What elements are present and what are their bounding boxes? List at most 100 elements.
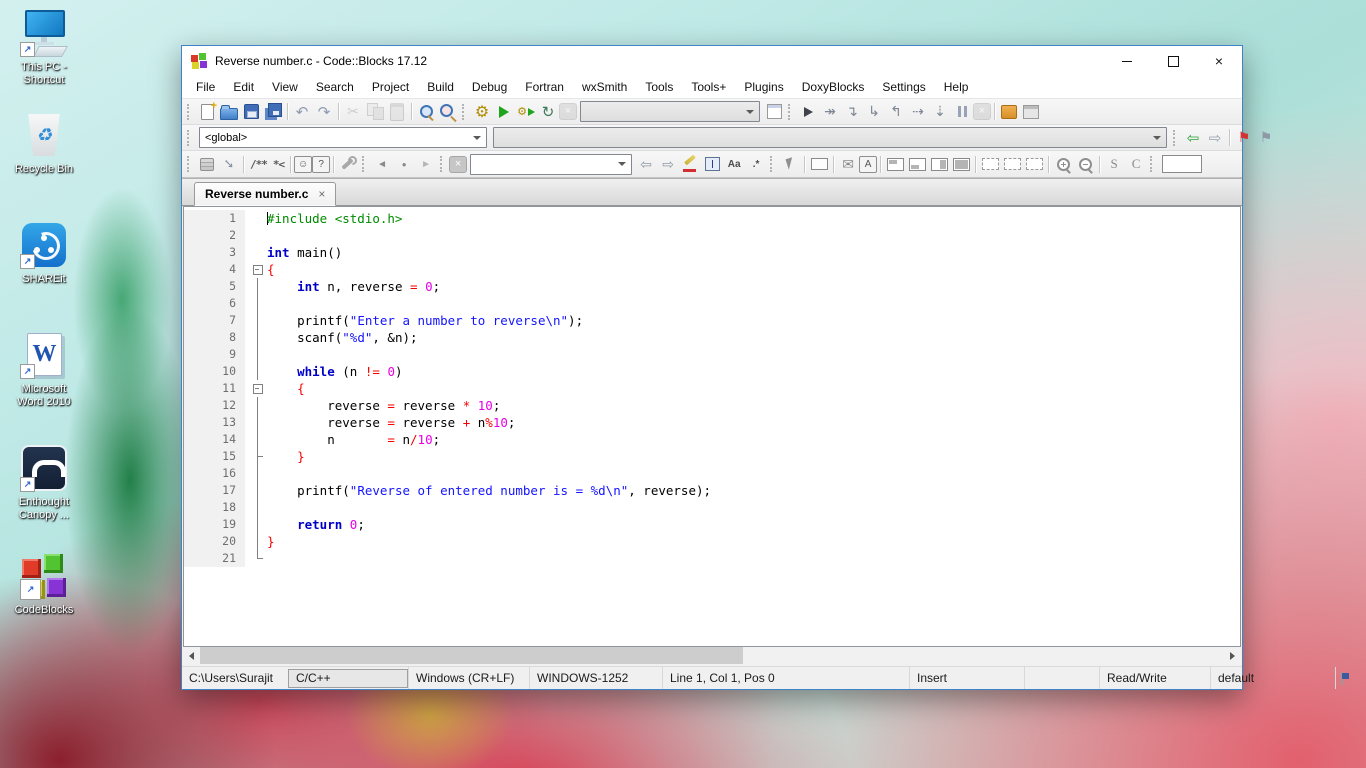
jump-home-icon[interactable]: ● [393, 154, 415, 175]
code-editor[interactable]: 1#include <stdio.h>23int main()4{5 int n… [183, 206, 1241, 647]
selected-word-icon[interactable] [701, 154, 723, 175]
desktop-icon-enthought-canopy[interactable]: ↗Enthought Canopy ... [6, 443, 82, 522]
wxsmith-widget-icon[interactable] [808, 154, 830, 175]
wxsmith-expand-left-icon[interactable] [1001, 154, 1023, 175]
browse-back-icon[interactable]: ⇦ [1182, 127, 1204, 148]
step-into-icon[interactable]: ↳ [863, 101, 885, 122]
incsearch-clear-icon[interactable] [449, 156, 467, 173]
redo-icon[interactable]: ↷ [313, 101, 335, 122]
compiler-options-icon[interactable] [763, 101, 785, 122]
wxsmith-event-icon[interactable]: ✉ [837, 154, 859, 175]
close-button[interactable]: × [1196, 46, 1242, 76]
wxsmith-layout-right-icon[interactable] [928, 154, 950, 175]
wxsmith-text-icon[interactable]: A [859, 156, 877, 173]
doxy-insert-icon[interactable]: ➘ [218, 154, 240, 175]
wxsmith-layout-fill-icon[interactable] [950, 154, 972, 175]
goto-bookmark-icon[interactable]: ⚑ [1255, 127, 1277, 148]
regex-icon[interactable]: .* [745, 154, 767, 175]
desktop-icon-codeblocks[interactable]: ↗CodeBlocks [6, 551, 82, 617]
wxsmith-show-containers-icon[interactable]: C [1125, 154, 1147, 175]
menu-plugins[interactable]: Plugins [735, 78, 792, 96]
incsearch-combobox[interactable] [470, 154, 632, 175]
zoom-out-icon[interactable] [1074, 154, 1096, 175]
save-all-icon[interactable] [262, 101, 284, 122]
menu-tools[interactable]: Tools [636, 78, 682, 96]
toggle-bookmark-icon[interactable]: ⚑ [1233, 127, 1255, 148]
scrollbar-track[interactable] [200, 647, 1224, 664]
menu-settings[interactable]: Settings [873, 78, 934, 96]
desktop-icon-recycle-bin[interactable]: ♻Recycle Bin [6, 110, 82, 176]
wxsmith-layout-bottom-icon[interactable] [906, 154, 928, 175]
doxy-settings-icon[interactable] [337, 154, 359, 175]
scrollbar-thumb[interactable] [200, 647, 743, 664]
menu-help[interactable]: Help [935, 78, 978, 96]
menu-wxsmith[interactable]: wxSmith [573, 78, 636, 96]
wxsmith-show-sizers-icon[interactable]: S [1103, 154, 1125, 175]
desktop-icon-shareit[interactable]: ↗SHAREit [6, 220, 82, 286]
zoom-in-icon[interactable] [1052, 154, 1074, 175]
desktop-icon-microsoft-word-2010[interactable]: W↗Microsoft Word 2010 [6, 330, 82, 409]
find-icon[interactable] [415, 101, 437, 122]
undo-icon[interactable]: ↶ [291, 101, 313, 122]
menu-search[interactable]: Search [307, 78, 363, 96]
menu-doxyblocks[interactable]: DoxyBlocks [793, 78, 874, 96]
function-combobox[interactable] [493, 127, 1167, 148]
minimize-button[interactable] [1104, 46, 1150, 76]
menu-view[interactable]: View [263, 78, 307, 96]
rebuild-icon[interactable]: ↻ [537, 101, 559, 122]
step-into-instruction-icon[interactable]: ⇣ [929, 101, 951, 122]
next-line-icon[interactable]: ↴ [841, 101, 863, 122]
wxsmith-expand-right-icon[interactable] [979, 154, 1001, 175]
symbol-scope-combobox[interactable]: <global> [199, 127, 487, 148]
horizontal-scrollbar[interactable] [183, 647, 1241, 664]
run-icon[interactable] [493, 101, 515, 122]
copy-icon[interactable] [364, 101, 386, 122]
highlight-occurrences-icon[interactable] [679, 154, 701, 175]
save-file-icon[interactable] [240, 101, 262, 122]
fold-toggle-icon[interactable] [250, 261, 267, 278]
menu-edit[interactable]: Edit [224, 78, 263, 96]
build-icon[interactable]: ⚙ [471, 101, 493, 122]
incsearch-input[interactable] [1162, 155, 1202, 173]
browse-forward-icon[interactable]: ⇨ [1204, 127, 1226, 148]
fold-toggle-icon[interactable] [250, 380, 267, 397]
new-file-icon[interactable] [196, 101, 218, 122]
tab-reverse-number-c[interactable]: Reverse number.c × [194, 182, 336, 206]
scroll-left-arrow-icon[interactable] [183, 647, 200, 664]
wxsmith-pointer-icon[interactable] [779, 154, 801, 175]
doxy-block-comment-icon[interactable]: /** [247, 154, 270, 175]
build-target-combobox[interactable] [580, 101, 760, 122]
paste-icon[interactable] [386, 101, 408, 122]
jump-forward-icon[interactable]: ► [415, 154, 437, 175]
run-to-cursor-icon[interactable]: ↠ [819, 101, 841, 122]
menu-build[interactable]: Build [418, 78, 463, 96]
doxy-extract-icon[interactable] [196, 154, 218, 175]
menu-debug[interactable]: Debug [463, 78, 516, 96]
step-out-icon[interactable]: ↰ [885, 101, 907, 122]
scroll-right-arrow-icon[interactable] [1224, 647, 1241, 664]
title-bar[interactable]: Reverse number.c - Code::Blocks 17.12 × [182, 46, 1242, 76]
replace-icon[interactable]: R [437, 101, 459, 122]
desktop-icon-this-pc-shortcut[interactable]: ↗This PC - Shortcut [6, 8, 82, 87]
various-info-icon[interactable] [1020, 101, 1042, 122]
doxy-help-icon[interactable]: ? [312, 156, 330, 173]
combo-dropdown-icon[interactable] [1153, 136, 1161, 140]
doxy-run-html-icon[interactable]: ☺ [294, 156, 312, 173]
doxy-line-comment-icon[interactable]: *< [270, 154, 287, 175]
menu-tools[interactable]: Tools+ [682, 78, 735, 96]
jump-back-icon[interactable]: ◄ [371, 154, 393, 175]
maximize-button[interactable] [1150, 46, 1196, 76]
build-and-run-icon[interactable] [515, 101, 537, 122]
cut-icon[interactable]: ✂ [342, 101, 364, 122]
abort-build-icon[interactable] [559, 103, 577, 120]
search-next-icon[interactable]: ⇨ [657, 154, 679, 175]
stop-debugger-icon[interactable] [973, 103, 991, 120]
open-file-icon[interactable] [218, 101, 240, 122]
next-instruction-icon[interactable]: ⇢ [907, 101, 929, 122]
match-case-icon[interactable]: Aa [723, 154, 745, 175]
break-debugger-icon[interactable] [951, 101, 973, 122]
wxsmith-layout-top-icon[interactable] [884, 154, 906, 175]
debugging-windows-icon[interactable] [998, 101, 1020, 122]
menu-project[interactable]: Project [363, 78, 418, 96]
combo-dropdown-icon[interactable] [746, 110, 754, 114]
